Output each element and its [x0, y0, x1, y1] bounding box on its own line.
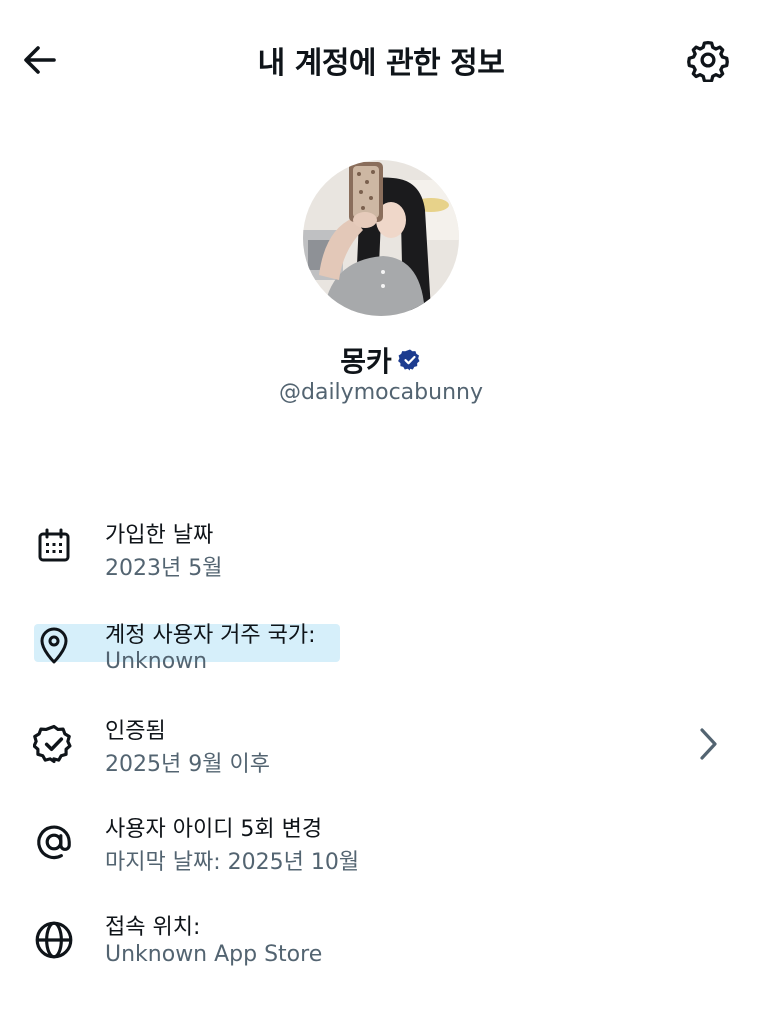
- row-value: 2023년 5월: [105, 556, 223, 581]
- at-sign-icon: [30, 818, 78, 866]
- top-bar: 내 계정에 관한 정보: [0, 0, 762, 120]
- row-value: Unknown: [105, 649, 208, 674]
- display-name-row: 몽카: [0, 340, 762, 380]
- verified-badge-icon: [397, 349, 420, 371]
- row-label: 사용자 아이디 5회 변경: [105, 817, 323, 842]
- info-row-connected-via: 접속 위치: Unknown App Store: [0, 906, 762, 986]
- info-row-username-changes: 사용자 아이디 5회 변경 마지막 날짜: 2025년 10월: [0, 808, 762, 888]
- globe-icon: [30, 916, 78, 964]
- calendar-icon: [30, 522, 78, 570]
- info-row-verified[interactable]: 인증됨 2025년 9월 이후: [0, 710, 762, 790]
- avatar[interactable]: [303, 160, 459, 316]
- row-value: 2025년 9월 이후: [105, 752, 270, 777]
- row-label: 계정 사용자 거주 국가:: [105, 623, 316, 648]
- settings-button[interactable]: [684, 36, 732, 84]
- row-label: 인증됨: [105, 719, 166, 744]
- row-value: Unknown App Store: [105, 942, 323, 967]
- display-name: 몽카: [340, 345, 392, 378]
- profile-photo: [303, 160, 459, 316]
- user-handle: @dailymocabunny: [279, 380, 483, 405]
- location-pin-icon: [30, 622, 78, 670]
- page-title: 내 계정에 관한 정보: [257, 46, 505, 81]
- verified-check-icon: [30, 720, 78, 768]
- gear-icon: [687, 40, 729, 82]
- info-row-join-date: 가입한 날짜 2023년 5월: [0, 514, 762, 594]
- row-label: 가입한 날짜: [105, 523, 214, 548]
- row-label: 접속 위치:: [105, 915, 201, 940]
- chevron-right-icon[interactable]: [690, 720, 726, 768]
- info-row-country: 계정 사용자 거주 국가: Unknown: [0, 612, 762, 692]
- row-value: 마지막 날짜: 2025년 10월: [105, 850, 360, 875]
